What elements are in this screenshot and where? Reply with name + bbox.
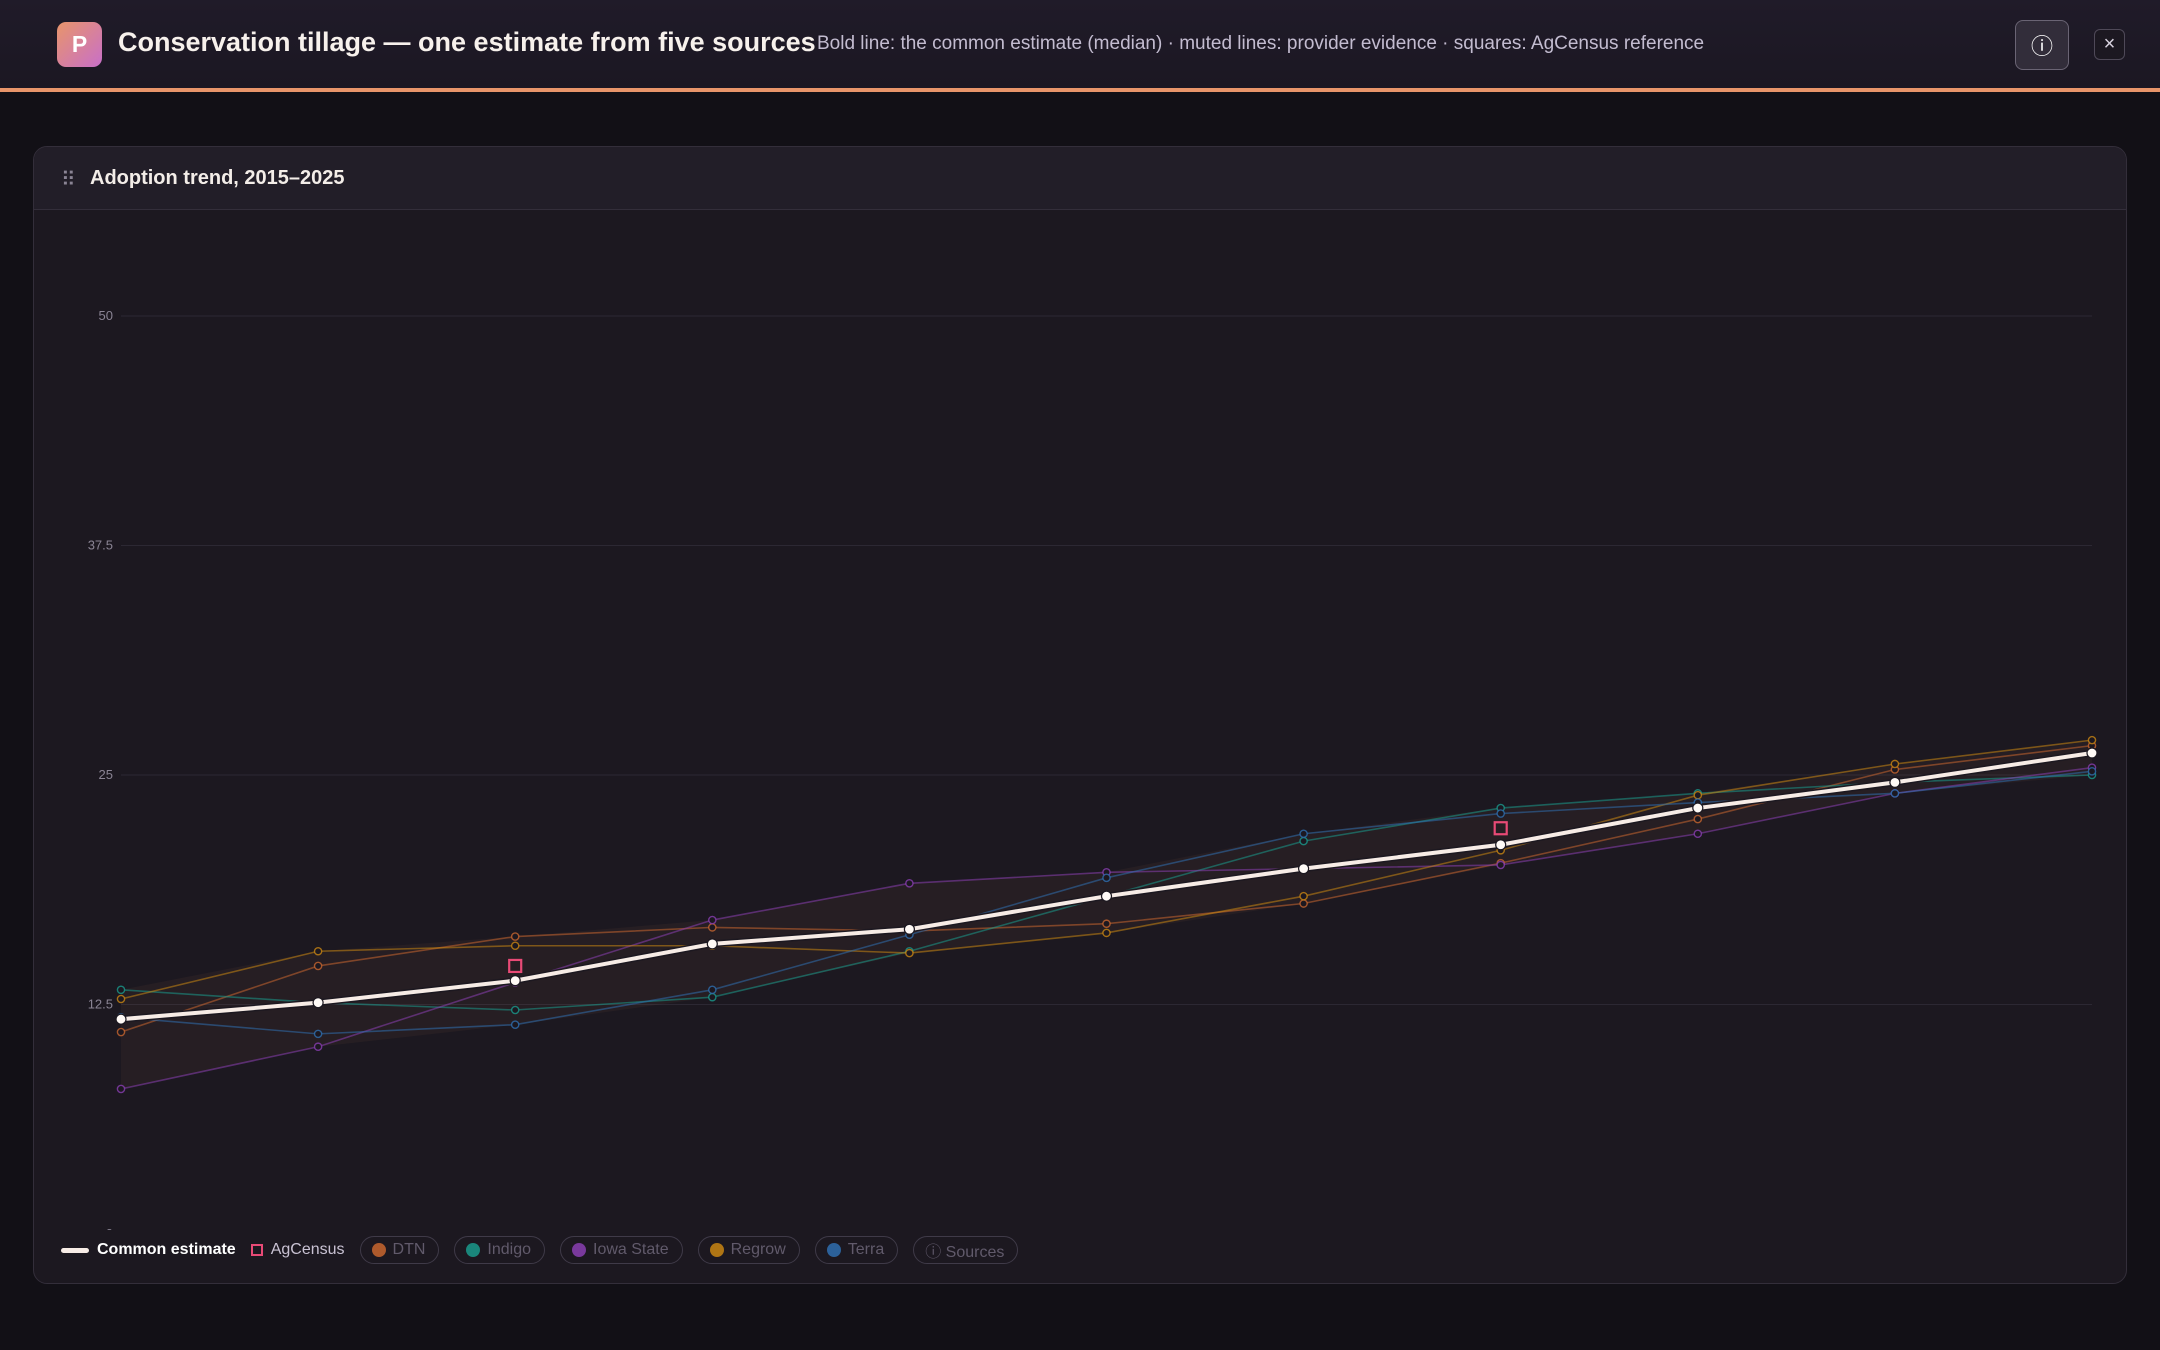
legend-chip-label: DTN (392, 1241, 426, 1258)
legend-chip-label: Terra (847, 1241, 885, 1258)
adoption-trend-chart: 012.52537.550201520162017201820192020202… (88, 308, 2098, 1230)
legend-chip-indigo[interactable]: Indigo (454, 1236, 546, 1264)
series-point-iowa-state (1496, 860, 1505, 870)
legend-dot (466, 1243, 481, 1257)
chart-legend: Common estimate AgCensus DTN Indigo Iowa… (61, 1234, 1019, 1266)
y-tick-label: 37.5 (88, 538, 113, 553)
median-point (2086, 747, 2098, 759)
series-point-indigo (116, 985, 126, 995)
legend-common-estimate[interactable]: Common estimate (61, 1241, 236, 1259)
series-point-regrow (1102, 928, 1111, 938)
legend-dot (572, 1243, 587, 1257)
series-point-terra (1102, 873, 1111, 883)
series-point-terra (313, 1029, 323, 1039)
series-point-iowa-state (313, 1042, 323, 1052)
series-point-indigo (1299, 836, 1308, 846)
series-point-dtn (1299, 899, 1308, 908)
series-point-terra (708, 985, 717, 995)
header-bar: P Conservation tillage — one estimate fr… (0, 0, 2160, 92)
series-point-regrow (2087, 735, 2097, 745)
series-point-regrow (510, 941, 520, 951)
legend-agcensus[interactable]: AgCensus (250, 1241, 345, 1259)
y-tick-label: 50 (99, 308, 113, 323)
series-point-iowa-state (905, 879, 914, 888)
page-title: Conservation tillage — one estimate from… (118, 27, 816, 57)
median-point (509, 975, 521, 987)
legend-label: Common estimate (97, 1241, 236, 1258)
series-point-indigo (708, 992, 717, 1002)
series-point-iowa-state (116, 1084, 126, 1094)
sources-button[interactable]: ⓘ Sources (913, 1236, 1019, 1264)
y-tick-label: 0 (106, 1226, 113, 1230)
legend-chip-iowa-state[interactable]: Iowa State (560, 1236, 683, 1264)
series-point-iowa-state (1693, 829, 1703, 839)
legend-dot (826, 1243, 841, 1257)
series-point-terra (2087, 767, 2097, 776)
legend-square-swatch (250, 1244, 263, 1256)
panel-header: ⠿ Adoption trend, 2015–2025 (34, 147, 2126, 210)
series-point-regrow (313, 946, 323, 956)
sources-label: ⓘ Sources (925, 1244, 1005, 1261)
legend-dot (709, 1243, 724, 1257)
legend-chip-dtn[interactable]: DTN (359, 1236, 440, 1264)
close-button[interactable]: × (2094, 29, 2125, 60)
info-icon: ⓘ (2030, 34, 2053, 59)
legend-dot (371, 1243, 386, 1257)
series-point-indigo (510, 1005, 520, 1015)
legend-chip-terra[interactable]: Terra (814, 1236, 899, 1264)
series-point-regrow (905, 948, 914, 958)
drag-handle-icon[interactable]: ⠿ (61, 167, 76, 192)
series-point-regrow (116, 994, 126, 1004)
chart-panel: ⠿ Adoption trend, 2015–2025 0 12.5 25 37.5 5… (33, 146, 2127, 1284)
series-point-dtn (510, 932, 520, 941)
legend-chip-regrow[interactable]: Regrow (697, 1236, 800, 1264)
info-button[interactable]: ⓘ (2015, 20, 2069, 70)
series-point-dtn (116, 1027, 126, 1037)
legend-line-swatch (61, 1247, 89, 1253)
series-point-regrow (1890, 759, 1900, 769)
series-point-dtn (313, 961, 323, 971)
median-point (1297, 863, 1310, 875)
y-tick-label: 25 (99, 767, 113, 782)
series-point-terra (1299, 829, 1308, 839)
series-point-dtn (708, 923, 717, 932)
series-point-terra (1496, 809, 1505, 818)
app-logo: P (57, 22, 102, 67)
y-tick-label: 12.5 (88, 997, 113, 1012)
series-point-terra (510, 1020, 520, 1029)
median-point (1692, 802, 1704, 814)
legend-label: AgCensus (270, 1241, 345, 1258)
series-point-regrow (1693, 790, 1703, 800)
series-point-regrow (1299, 891, 1308, 901)
median-point (1889, 776, 1901, 788)
close-icon: × (2103, 33, 2116, 55)
median-point (312, 997, 324, 1009)
series-point-dtn (1102, 919, 1111, 929)
legend-chip-label: Indigo (487, 1241, 532, 1258)
series-point-iowa-state (708, 915, 717, 925)
series-point-dtn (1693, 814, 1703, 824)
median-point (1100, 890, 1113, 902)
page-subtitle: Bold line: the common estimate (median) … (817, 33, 1705, 54)
panel-title: Adoption trend, 2015–2025 (90, 167, 345, 189)
median-point (903, 923, 916, 935)
series-point-terra (1890, 789, 1900, 798)
legend-chip-label: Iowa State (593, 1241, 669, 1258)
median-point (115, 1013, 127, 1025)
legend-chip-label: Regrow (730, 1241, 786, 1258)
median-point (1495, 839, 1507, 851)
median-point (706, 938, 718, 950)
